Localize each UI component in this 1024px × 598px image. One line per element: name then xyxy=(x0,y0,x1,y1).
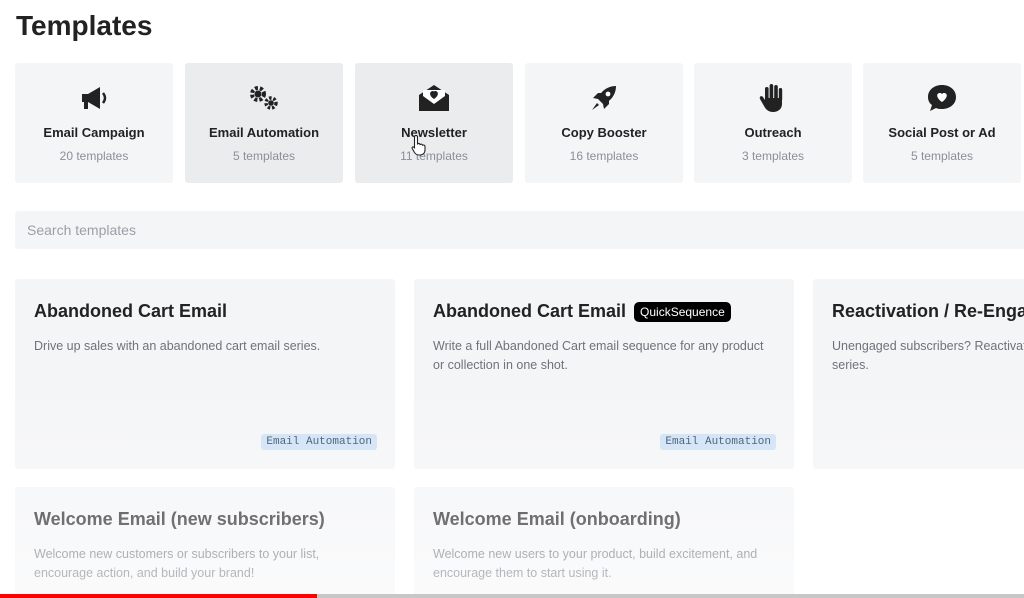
template-tag: Email Automation xyxy=(261,434,377,450)
category-count: 20 templates xyxy=(59,149,129,163)
template-header: Abandoned Cart Email QuickSequence xyxy=(433,301,731,322)
category-email-automation[interactable]: Email Automation 5 templates xyxy=(185,63,343,183)
category-name: Newsletter xyxy=(401,125,467,140)
template-card[interactable]: Welcome Email (new subscribers) Welcome … xyxy=(15,487,395,598)
template-card[interactable]: Abandoned Cart Email QuickSequence Write… xyxy=(414,279,794,469)
video-progress-bar[interactable] xyxy=(0,594,1024,598)
category-count: 16 templates xyxy=(569,149,639,163)
category-outreach[interactable]: Outreach 3 templates xyxy=(694,63,852,183)
template-tag: Email Automation xyxy=(660,434,776,450)
template-title: Welcome Email (onboarding) xyxy=(433,509,681,529)
category-count: 11 templates xyxy=(400,149,468,163)
template-description: Write a full Abandoned Cart email sequen… xyxy=(433,339,764,372)
template-description: Welcome new customers or subscribers to … xyxy=(34,547,320,580)
video-progress-fill xyxy=(0,594,318,598)
hand-icon xyxy=(694,81,852,115)
hand-pointer-cursor-icon xyxy=(411,134,427,161)
category-name: Email Automation xyxy=(208,125,320,140)
search-input[interactable] xyxy=(15,211,1024,249)
template-header: Welcome Email (onboarding) xyxy=(433,509,681,530)
page-title: Templates xyxy=(16,10,153,41)
category-count: 5 templates xyxy=(910,149,974,163)
template-header: Abandoned Cart Email xyxy=(34,301,227,322)
template-description: Unengaged subscribers? Reactivate them w… xyxy=(832,339,1024,372)
category-social-post[interactable]: Social Post or Ad 5 templates xyxy=(863,63,1021,183)
category-name: Social Post or Ad xyxy=(888,125,996,140)
megaphone-icon xyxy=(15,81,173,115)
template-card[interactable]: Reactivation / Re-Engagement Unengaged s… xyxy=(813,279,1024,469)
category-email-campaign[interactable]: Email Campaign 20 templates xyxy=(15,63,173,183)
category-count: 5 templates xyxy=(232,149,296,163)
gears-icon xyxy=(185,81,343,115)
template-title: Reactivation / Re-Engagement xyxy=(832,301,1024,321)
category-count: 3 templates xyxy=(741,149,805,163)
category-list: Email Campaign 20 templates Email Automa… xyxy=(15,63,1024,185)
template-title: Abandoned Cart Email xyxy=(433,301,627,321)
category-name: Outreach xyxy=(744,125,802,140)
category-copy-booster[interactable]: Copy Booster 16 templates xyxy=(525,63,683,183)
category-newsletter[interactable]: Newsletter 11 templates xyxy=(355,63,513,183)
comment-heart-icon xyxy=(863,81,1021,115)
template-header: Welcome Email (new subscribers) xyxy=(34,509,325,530)
envelope-heart-icon xyxy=(355,81,513,115)
template-description: Drive up sales with an abandoned cart em… xyxy=(34,339,321,353)
template-card[interactable]: Welcome Email (onboarding) Welcome new u… xyxy=(414,487,794,598)
rocket-icon xyxy=(525,81,683,115)
template-card[interactable]: Abandoned Cart Email Drive up sales with… xyxy=(15,279,395,469)
template-title: Abandoned Cart Email xyxy=(34,301,228,321)
template-description: Welcome new users to your product, build… xyxy=(433,547,758,580)
category-name: Email Campaign xyxy=(43,125,145,140)
category-name: Copy Booster xyxy=(561,125,647,140)
template-title: Welcome Email (new subscribers) xyxy=(34,509,325,529)
quicksequence-badge: QuickSequence xyxy=(634,301,731,322)
template-header: Reactivation / Re-Engagement xyxy=(832,301,1024,322)
